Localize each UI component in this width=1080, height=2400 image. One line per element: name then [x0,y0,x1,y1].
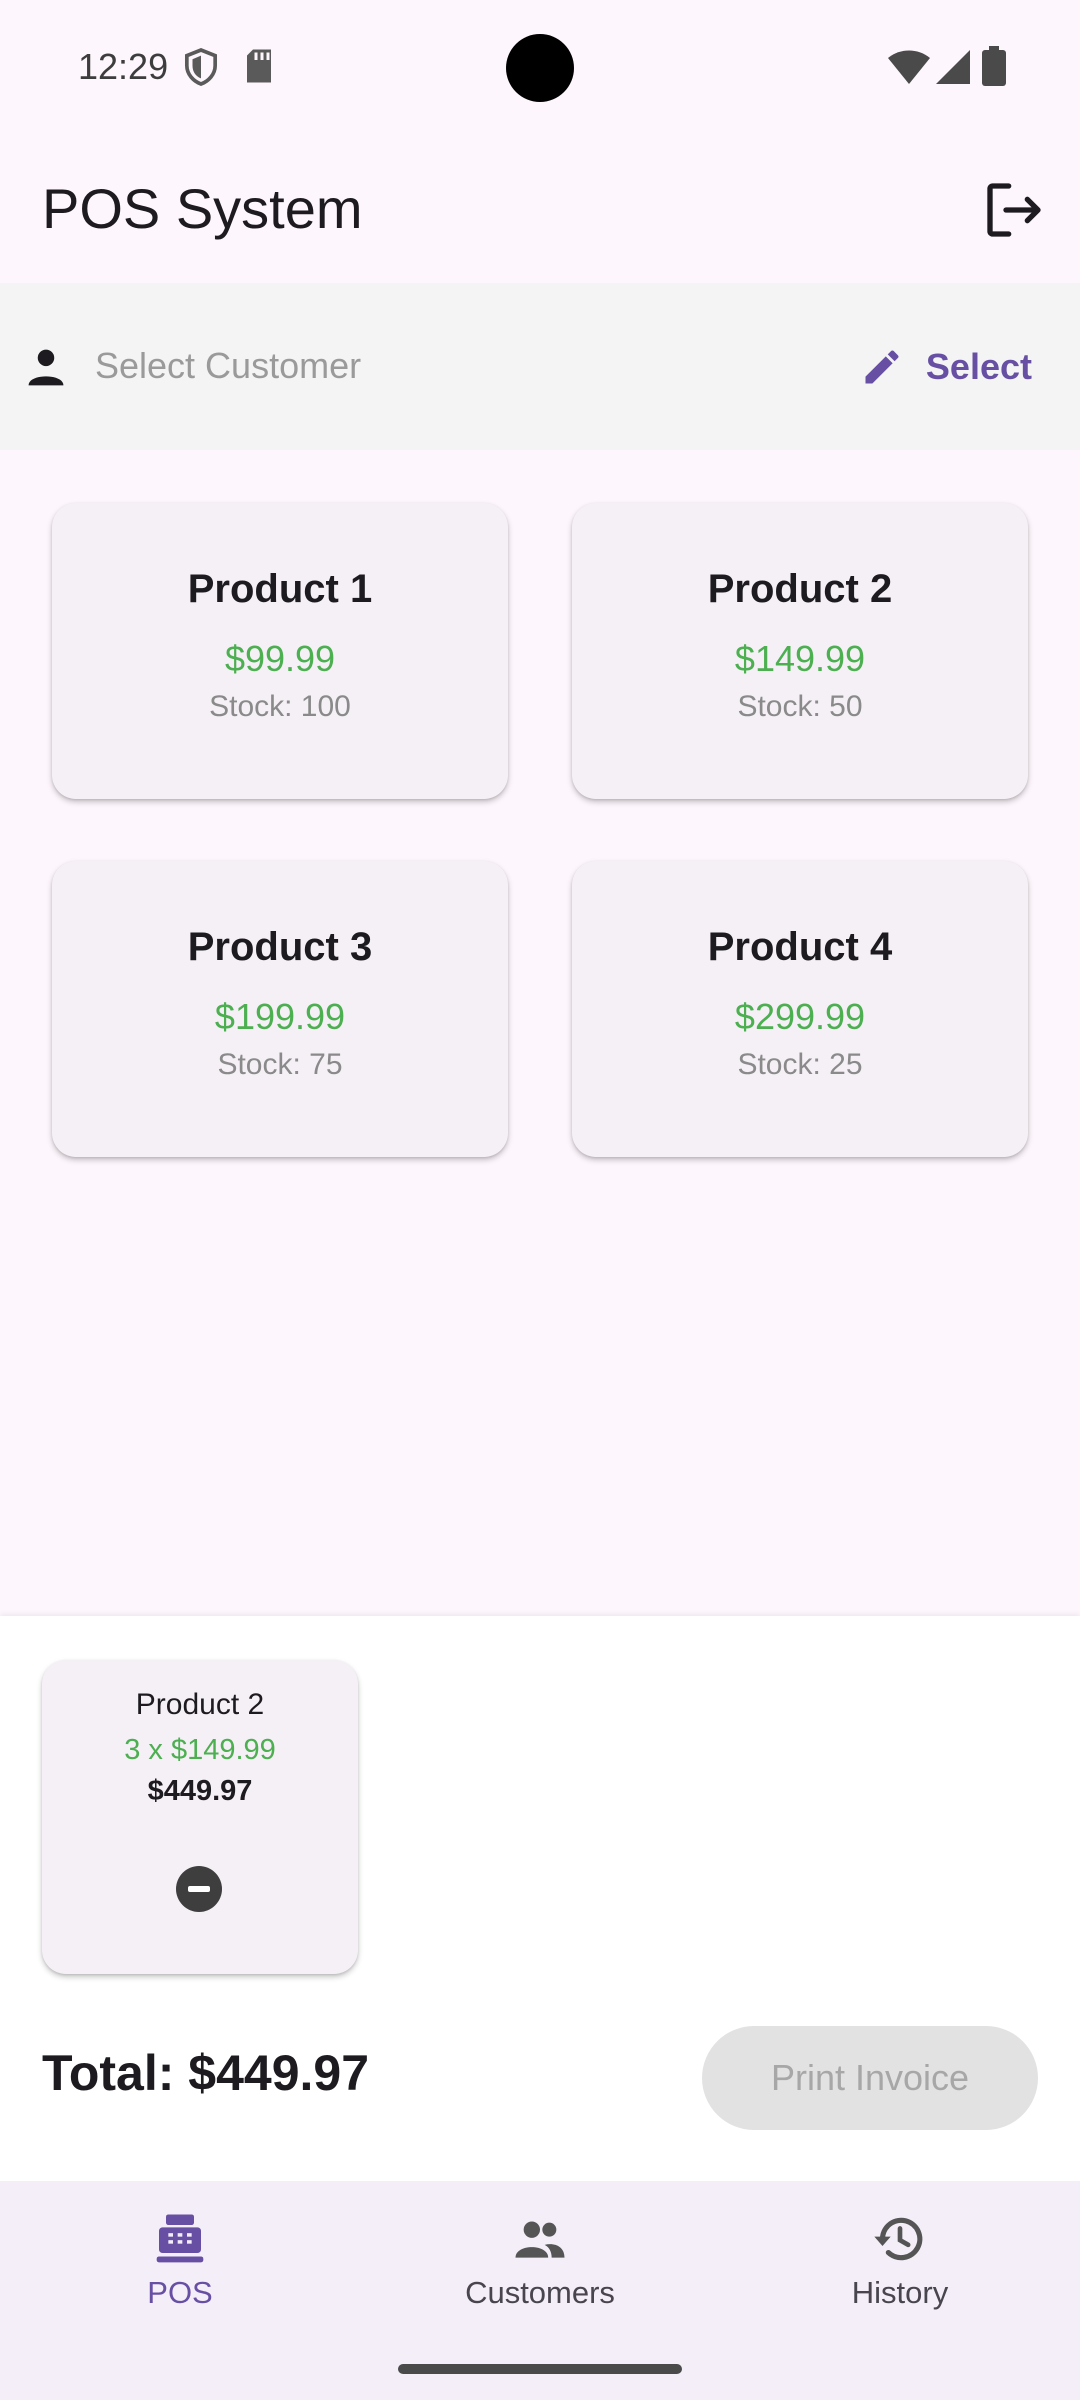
bottom-nav: POS Customers History [0,2181,1080,2400]
product-stock: Stock: 50 [737,690,863,723]
product-price: $299.99 [734,996,866,1037]
home-indicator[interactable] [398,2364,682,2374]
cart-panel: Product 2 3 x $149.99 $449.97 Total: $44… [0,1616,1080,2181]
page-title: POS System [42,177,363,240]
battery-icon [982,46,1006,86]
product-stock: Stock: 100 [209,690,351,723]
status-bar: 12:29 [0,0,1080,136]
product-name: Product 3 [187,925,373,969]
edit-icon [865,350,899,384]
nav-label-history: History [851,2275,949,2310]
remove-item-icon[interactable] [176,1866,222,1912]
product-card[interactable]: Product 4 $299.99 Stock: 25 [572,861,1028,1157]
print-invoice-button[interactable]: Print Invoice [702,2026,1038,2130]
cart-total: Total: $449.97 [42,2045,370,2101]
product-card[interactable]: Product 1 $99.99 Stock: 100 [52,503,508,799]
product-price: $99.99 [224,638,336,679]
cart-item-name: Product 2 [135,1688,265,1721]
product-price: $199.99 [214,996,346,1037]
customer-selector: Select Customer Select [0,283,1080,450]
product-stock: Stock: 75 [217,1048,343,1081]
nav-label-customers: Customers [465,2275,615,2310]
select-customer-button[interactable]: Select [846,327,1046,407]
screen: 12:29 POS System Select Customer Select … [0,0,1080,2400]
product-card[interactable]: Product 2 $149.99 Stock: 50 [572,503,1028,799]
product-price: $149.99 [734,638,866,679]
app-bar: POS System [0,150,1080,270]
nav-item-customers[interactable]: Customers [390,2203,690,2343]
status-time: 12:29 [78,46,169,87]
cart-item: Product 2 3 x $149.99 $449.97 [42,1660,358,1974]
history-icon [874,2217,923,2261]
product-name: Product 2 [707,567,893,611]
cash-register-icon [156,2214,204,2263]
select-button-label: Select [925,346,1032,387]
cellular-signal-icon [936,50,970,84]
wifi-icon [888,50,930,84]
customer-placeholder: Select Customer [95,345,362,386]
product-card[interactable]: Product 3 $199.99 Stock: 75 [52,861,508,1157]
product-name: Product 4 [707,925,893,969]
people-icon [515,2221,565,2258]
person-icon [28,349,64,386]
cart-item-subtotal: $449.97 [147,1775,253,1807]
shield-icon [184,48,218,86]
nav-label-pos: POS [147,2275,213,2310]
camera-cutout [506,34,574,102]
sd-card-icon [247,49,271,83]
product-name: Product 1 [187,567,373,611]
product-stock: Stock: 25 [737,1048,863,1081]
nav-item-history[interactable]: History [750,2203,1050,2343]
nav-item-pos[interactable]: POS [30,2203,330,2343]
product-grid: Product 1 $99.99 Stock: 100 Product 2 $1… [52,503,1028,1157]
cart-item-quantity: 3 x $149.99 [124,1734,276,1766]
logout-icon[interactable] [982,178,1046,242]
